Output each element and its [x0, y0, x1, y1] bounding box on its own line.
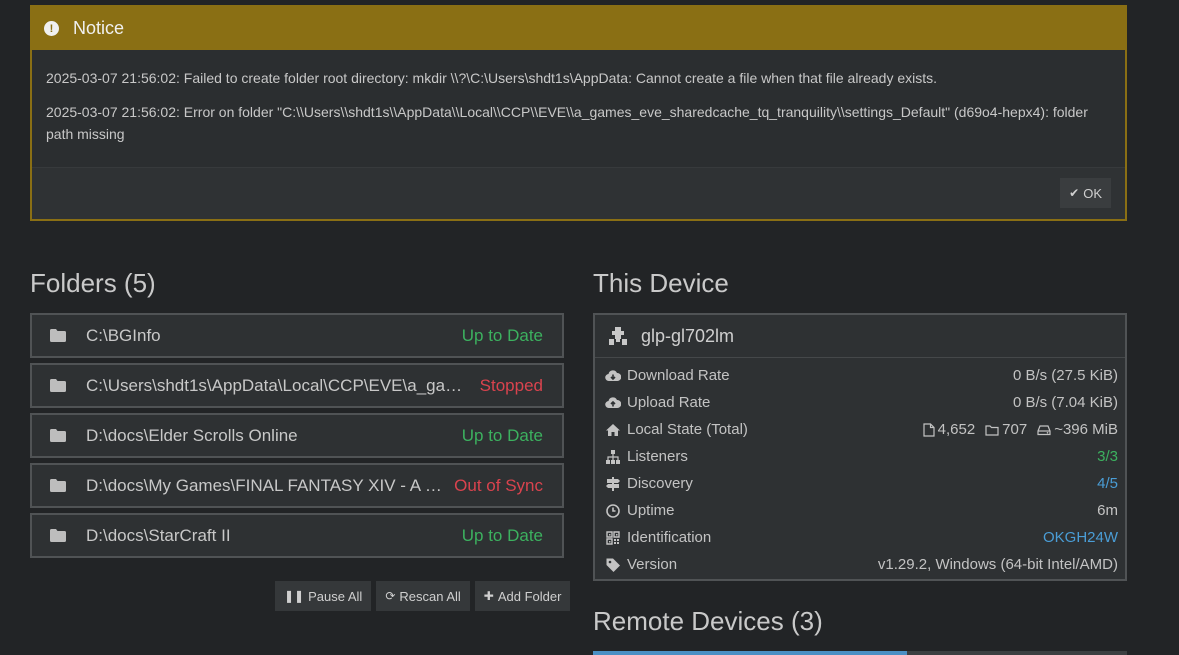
add-folder-label: Add Folder	[497, 588, 562, 604]
home-icon	[606, 423, 620, 436]
listeners-label: Listeners	[627, 448, 688, 465]
exclamation-icon: !	[44, 21, 59, 36]
upload-rate-value: 0 B/s (7.04 KiB)	[1012, 394, 1118, 411]
remote-device-panel-edge	[593, 651, 1127, 655]
download-rate-label: Download Rate	[627, 367, 730, 384]
tag-icon	[606, 558, 620, 572]
refresh-icon: ⟳	[385, 589, 396, 603]
identification-row: Identification OKGH24W	[595, 524, 1125, 551]
folder-status: Stopped	[479, 375, 543, 395]
folder-icon	[50, 479, 66, 492]
listeners-row: Listeners 3/3	[595, 443, 1125, 470]
folder-status: Up to Date	[461, 325, 543, 345]
local-state-label: Local State (Total)	[627, 421, 748, 438]
this-device-heading: This Device	[593, 268, 729, 298]
folder-name: D:\docs\My Games\FINAL FANTASY XIV - A R…	[86, 475, 454, 495]
rescan-all-label: Rescan All	[399, 588, 461, 604]
device-header[interactable]: glp-gl702lm	[595, 315, 1125, 358]
local-folders-count: 707	[1002, 421, 1028, 438]
folder-actions: ❚❚ Pause All ⟳ Rescan All ✚ Add Folder	[270, 581, 571, 611]
remote-devices-heading: Remote Devices (3)	[593, 606, 823, 636]
ok-button-label: OK	[1083, 185, 1102, 201]
folder-status: Up to Date	[461, 425, 543, 445]
folder-status: Out of Sync	[454, 475, 543, 495]
pause-all-label: Pause All	[308, 588, 363, 604]
remote-device-progress	[593, 651, 907, 655]
upload-rate-label: Upload Rate	[627, 394, 711, 411]
ok-button[interactable]: ✔ OK	[1060, 178, 1111, 208]
notice-footer: ✔ OK	[32, 167, 1125, 219]
version-row: Version v1.29.2, Windows (64-bit Intel/A…	[595, 551, 1125, 578]
folder-outline-icon	[985, 424, 999, 436]
version-label: Version	[627, 556, 678, 573]
discovery-row: Discovery 4/5	[595, 470, 1125, 497]
folders-heading: Folders (5)	[30, 268, 156, 298]
qrcode-icon	[606, 530, 620, 545]
uptime-row: Uptime 6m	[595, 497, 1125, 524]
this-device-panel: glp-gl702lm Download Rate 0 B/s (27.5 Ki…	[593, 313, 1127, 581]
uptime-label: Uptime	[627, 502, 675, 519]
folder-icon	[50, 329, 66, 342]
folder-icon	[50, 429, 66, 442]
local-size: ~396 MiB	[1054, 421, 1118, 438]
folder-name: C:\BGInfo	[86, 325, 161, 345]
notice-panel: ! Notice 2025-03-07 21:56:02: Failed to …	[30, 5, 1127, 221]
notice-title: Notice	[73, 18, 125, 38]
sitemap-icon	[606, 449, 620, 464]
pause-all-button[interactable]: ❚❚ Pause All	[275, 581, 372, 611]
notice-header: ! Notice	[32, 7, 1125, 50]
discovery-value[interactable]: 4/5	[1097, 475, 1118, 492]
folder-name: C:\Users\shdt1s\AppData\Local\CCP\EVE\a_…	[86, 375, 480, 395]
notice-message: 2025-03-07 21:56:02: Failed to create fo…	[46, 70, 938, 86]
download-rate-row: Download Rate 0 B/s (27.5 KiB)	[595, 362, 1125, 389]
folder-icon	[50, 529, 66, 542]
download-rate-value: 0 B/s (27.5 KiB)	[1012, 367, 1118, 384]
listeners-value[interactable]: 3/3	[1097, 448, 1118, 465]
device-name: glp-gl702lm	[641, 325, 735, 346]
folder-item[interactable]: D:\docs\My Games\FINAL FANTASY XIV - A R…	[30, 463, 564, 508]
plus-icon: ✚	[483, 589, 494, 603]
upload-rate-row: Upload Rate 0 B/s (7.04 KiB)	[595, 389, 1125, 416]
add-folder-button[interactable]: ✚ Add Folder	[474, 581, 571, 611]
check-icon: ✔	[1069, 186, 1080, 200]
notice-message: 2025-03-07 21:56:02: Error on folder "C:…	[46, 104, 1088, 142]
version-value: v1.29.2, Windows (64-bit Intel/AMD)	[877, 556, 1118, 573]
notice-body: 2025-03-07 21:56:02: Failed to create fo…	[32, 50, 1125, 145]
uptime-value: 6m	[1097, 502, 1118, 519]
folder-item[interactable]: D:\docs\Elder Scrolls Online Up to Date	[30, 413, 564, 458]
local-files-count: 4,652	[937, 421, 976, 438]
folder-status: Up to Date	[461, 525, 543, 545]
local-state-row: Local State (Total) 4,652 707 ~396 MiB	[595, 416, 1125, 443]
folder-icon	[50, 379, 66, 392]
folder-name: D:\docs\StarCraft II	[86, 525, 231, 545]
cloud-download-icon	[605, 369, 621, 381]
identification-label: Identification	[627, 529, 712, 546]
file-icon	[923, 422, 935, 437]
folder-item[interactable]: C:\BGInfo Up to Date	[30, 313, 564, 358]
discovery-label: Discovery	[627, 475, 693, 492]
device-identicon-icon	[609, 327, 627, 345]
hdd-icon	[1037, 424, 1051, 435]
identification-value[interactable]: OKGH24W	[1043, 529, 1118, 546]
folder-item[interactable]: D:\docs\StarCraft II Up to Date	[30, 513, 564, 558]
clock-icon	[606, 503, 620, 518]
rescan-all-button[interactable]: ⟳ Rescan All	[376, 581, 470, 611]
signpost-icon	[606, 476, 620, 491]
pause-icon: ❚❚	[284, 589, 305, 603]
local-state-value: 4,652 707 ~396 MiB	[913, 421, 1118, 438]
folder-name: D:\docs\Elder Scrolls Online	[86, 425, 298, 445]
cloud-upload-icon	[605, 396, 621, 408]
folder-item[interactable]: C:\Users\shdt1s\AppData\Local\CCP\EVE\a_…	[30, 363, 564, 408]
